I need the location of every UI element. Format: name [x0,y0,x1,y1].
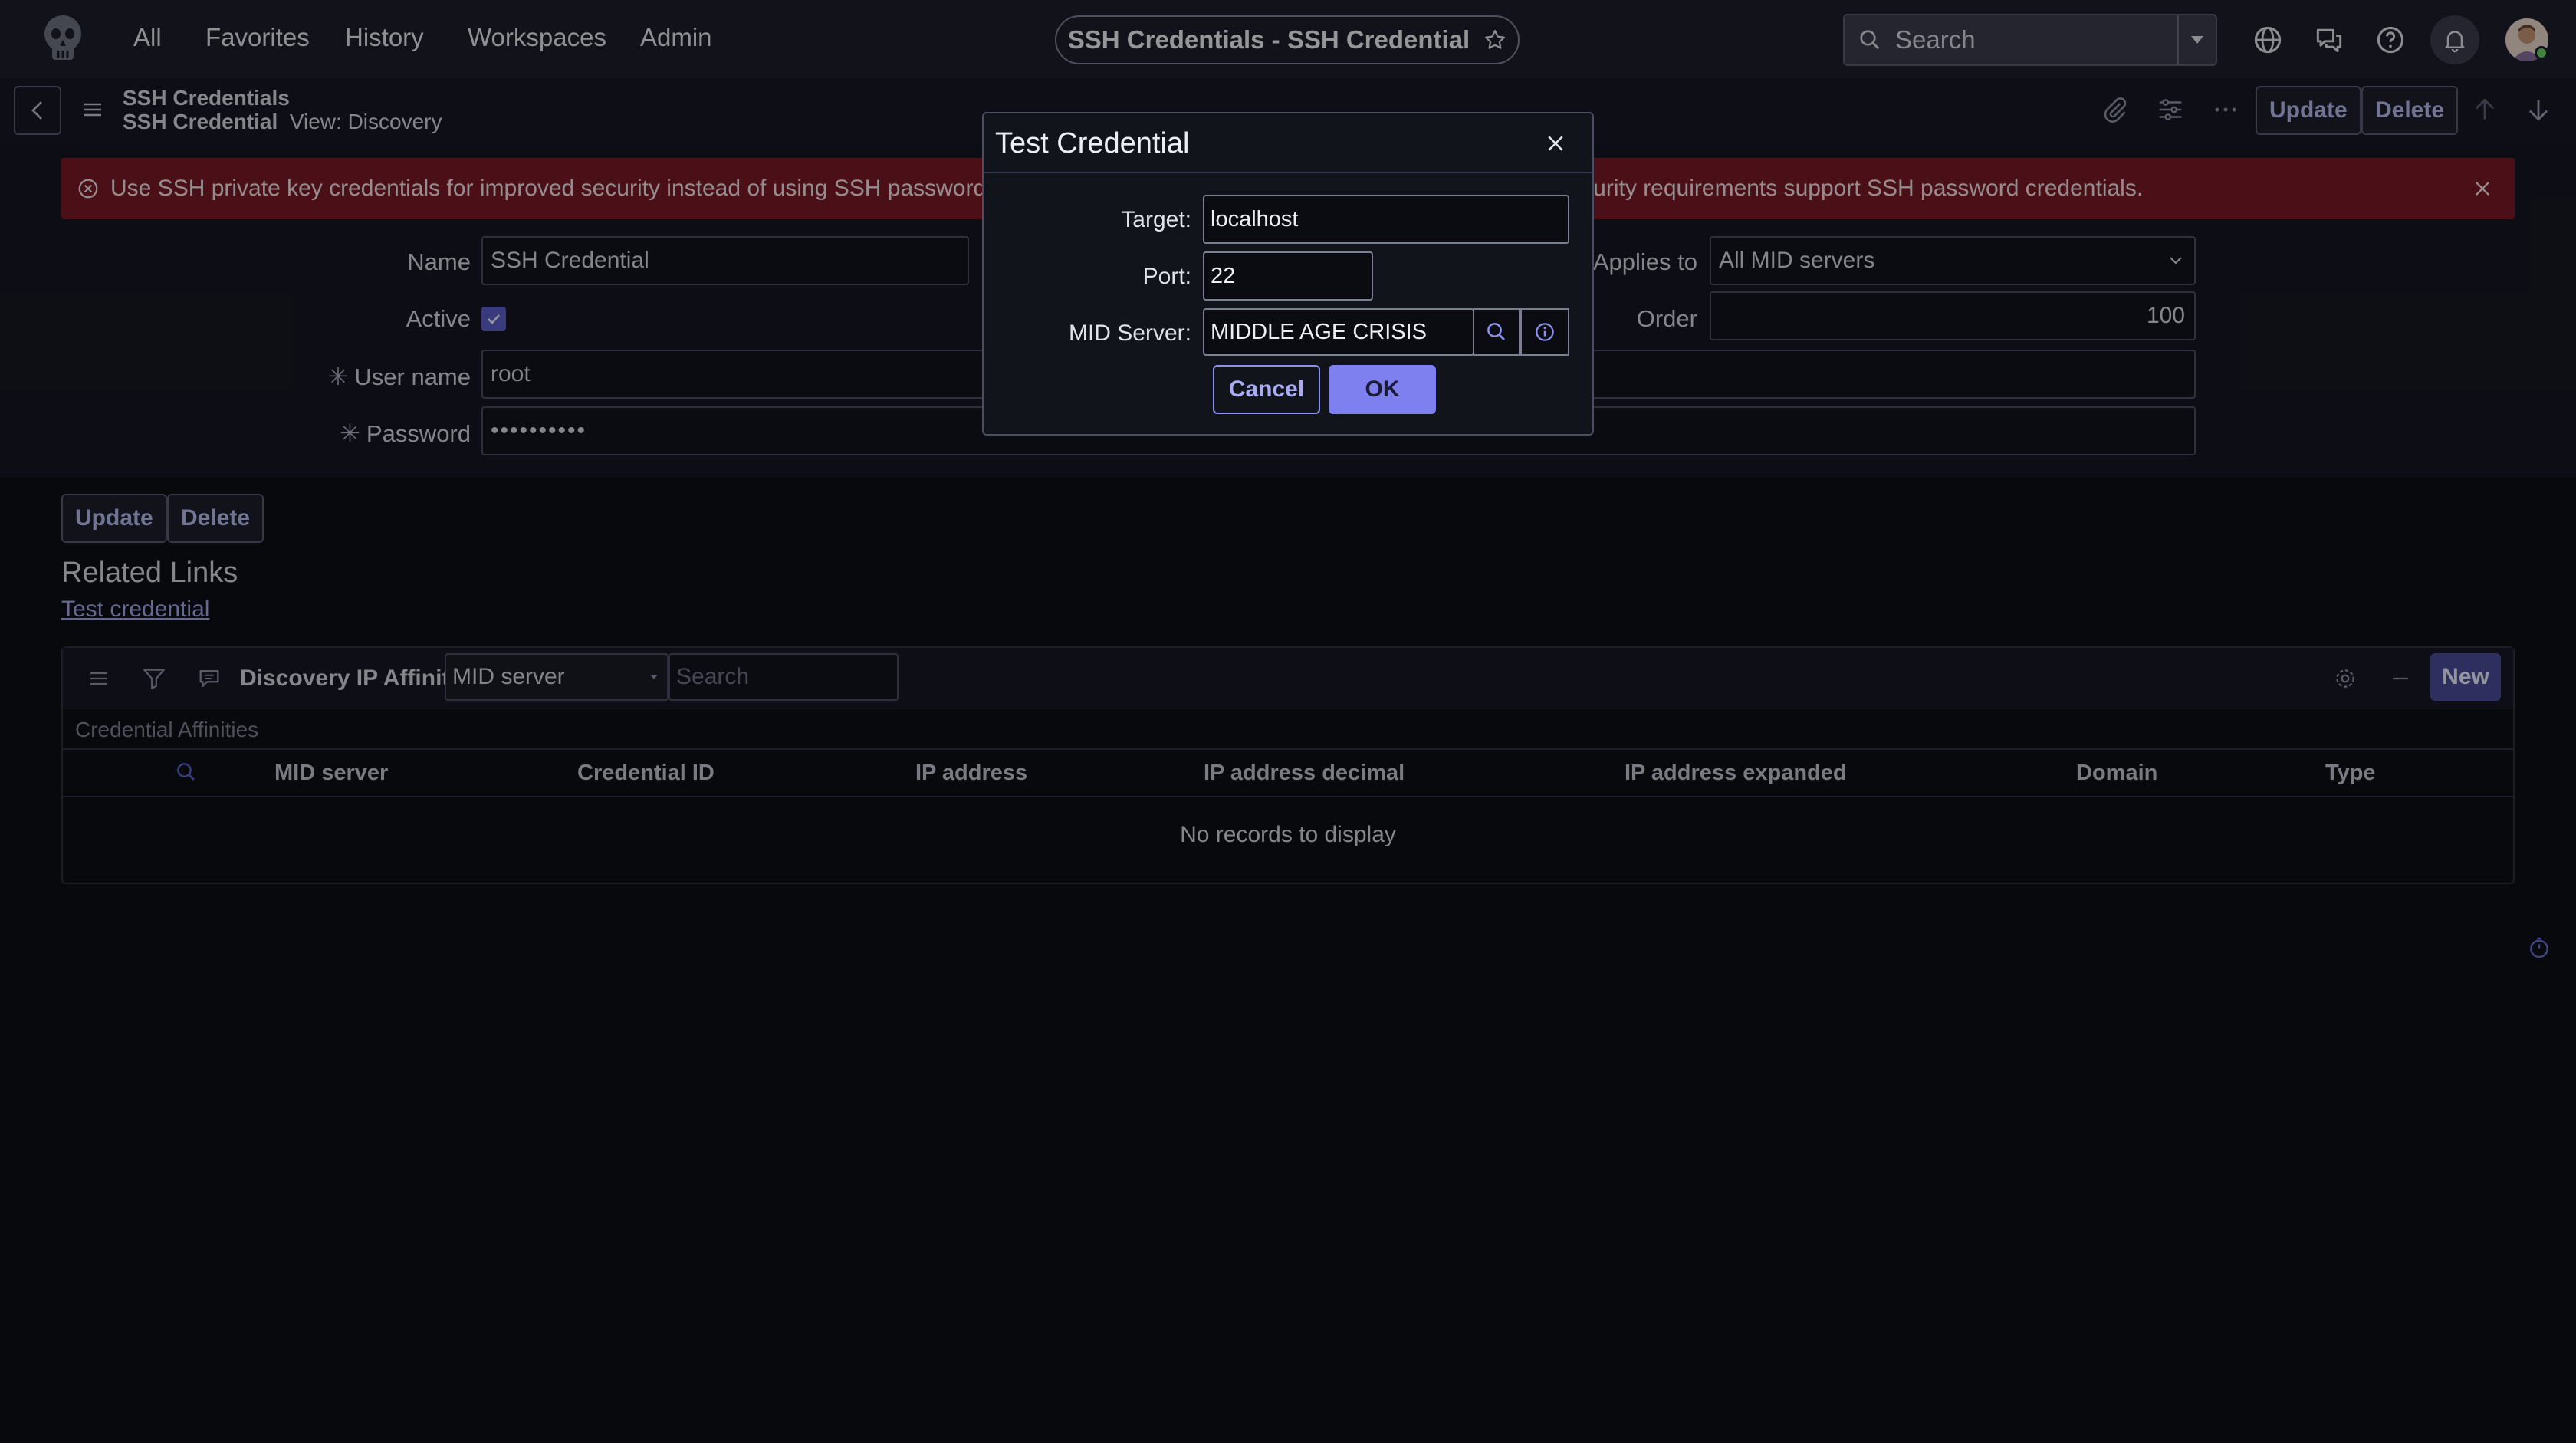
ok-button[interactable]: OK [1329,365,1436,414]
port-input[interactable]: 22 [1203,251,1373,301]
port-label: Port: [1142,264,1191,289]
mid-server-label: MID Server: [1068,320,1191,346]
target-label: Target: [1121,207,1191,232]
mid-server-info-button[interactable] [1520,308,1569,356]
dialog-title: Test Credential [995,127,1190,159]
cancel-button[interactable]: Cancel [1213,365,1320,414]
dialog-close-icon[interactable] [1544,132,1567,155]
mid-server-input[interactable]: MIDDLE AGE CRISIS [1203,308,1474,356]
target-input[interactable]: localhost [1203,195,1569,244]
mid-server-lookup-button[interactable] [1473,308,1520,356]
